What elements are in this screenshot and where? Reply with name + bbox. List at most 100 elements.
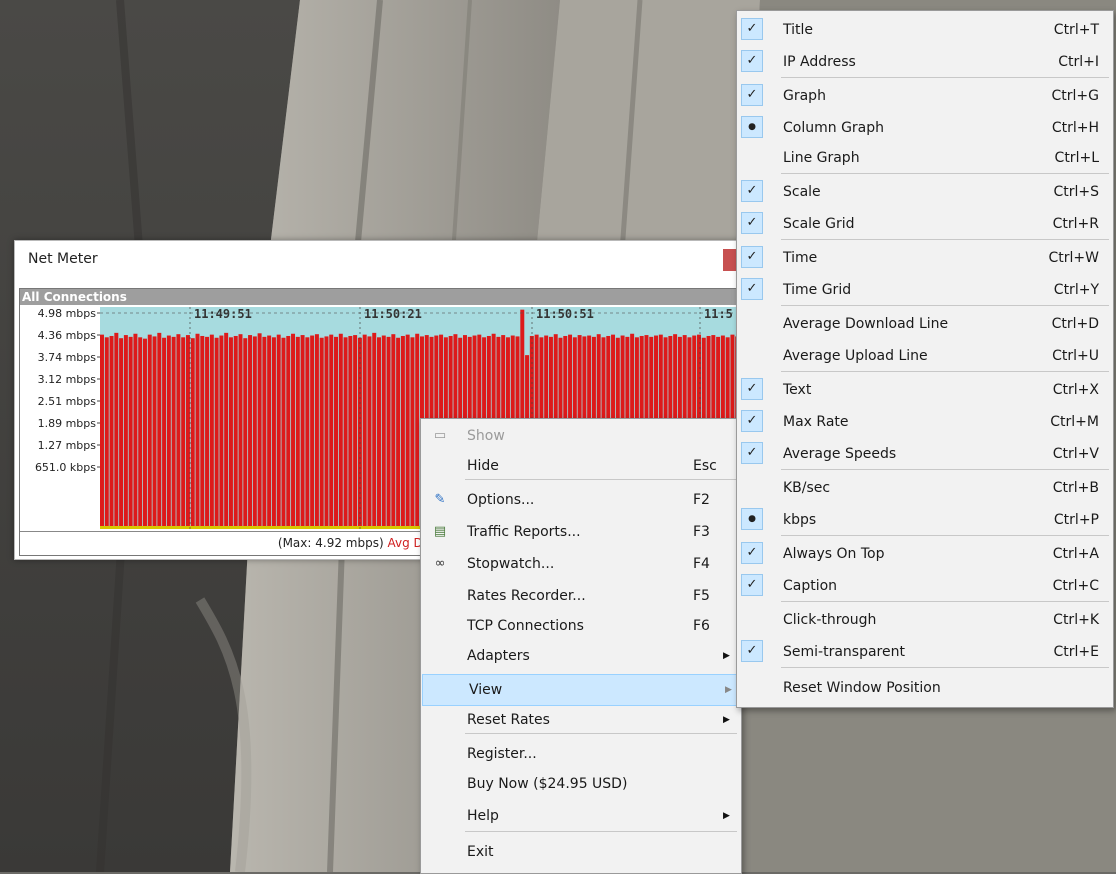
download-bar xyxy=(338,333,343,529)
menu-item-label: Options... xyxy=(467,492,535,508)
view-item-column-graph[interactable]: ● Column Graph Ctrl+H xyxy=(737,113,1113,143)
view-item-shortcut: Ctrl+C xyxy=(1052,578,1099,594)
menu-item-options[interactable]: ✎ Options... F2 xyxy=(421,485,741,515)
view-item-shortcut: Ctrl+Y xyxy=(1053,282,1099,298)
download-bar xyxy=(367,336,372,529)
download-bar xyxy=(372,332,377,529)
checkmark-icon: ✓ xyxy=(741,180,763,202)
view-item-kbps[interactable]: ● kbps Ctrl+P xyxy=(737,505,1113,535)
checkmark-icon: ✓ xyxy=(741,640,763,662)
view-item-label: Scale Grid xyxy=(783,216,855,232)
menu-item-view[interactable]: View ▶ xyxy=(422,674,740,706)
submenu-arrow-icon: ▶ xyxy=(723,811,730,821)
view-item-ip-address[interactable]: ✓ IP Address Ctrl+I xyxy=(737,47,1113,77)
download-bar xyxy=(257,333,262,529)
view-item-label: Average Speeds xyxy=(783,446,897,462)
view-item-caption[interactable]: ✓ Caption Ctrl+C xyxy=(737,571,1113,601)
view-item-time-grid[interactable]: ✓ Time Grid Ctrl+Y xyxy=(737,275,1113,305)
view-item-max-rate[interactable]: ✓ Max Rate Ctrl+M xyxy=(737,407,1113,437)
download-bar xyxy=(224,332,229,529)
view-item-title[interactable]: ✓ Title Ctrl+T xyxy=(737,15,1113,45)
menu-separator xyxy=(465,733,737,734)
menu-item-rates-recorder[interactable]: Rates Recorder... F5 xyxy=(421,581,741,611)
download-bar xyxy=(295,336,300,529)
view-item-average-speeds[interactable]: ✓ Average Speeds Ctrl+V xyxy=(737,439,1113,469)
menu-item-hide[interactable]: Hide Esc xyxy=(421,451,741,481)
view-item-click-through[interactable]: Click-through Ctrl+K xyxy=(737,605,1113,635)
view-item-shortcut: Ctrl+I xyxy=(1058,54,1099,70)
menu-item-label: Buy Now ($24.95 USD) xyxy=(467,776,628,792)
menu-item-tcp-connections[interactable]: TCP Connections F6 xyxy=(421,611,741,641)
view-item-shortcut: Ctrl+G xyxy=(1051,88,1100,104)
view-item-shortcut: Ctrl+K xyxy=(1053,612,1099,628)
view-item-average-download-line[interactable]: Average Download Line Ctrl+D xyxy=(737,309,1113,339)
scale-label: 2.51 mbps xyxy=(38,395,97,408)
view-item-reset-window-position[interactable]: Reset Window Position xyxy=(737,673,1113,703)
scale-label: 3.12 mbps xyxy=(38,373,97,386)
menu-item-traffic-reports[interactable]: ▤ Traffic Reports... F3 xyxy=(421,517,741,547)
menu-item-reset-rates[interactable]: Reset Rates ▶ xyxy=(421,705,741,735)
view-item-shortcut: Ctrl+S xyxy=(1053,184,1099,200)
menu-item-label: Register... xyxy=(467,746,537,762)
download-bar xyxy=(391,334,396,529)
download-bar xyxy=(396,337,401,529)
view-item-shortcut: Ctrl+H xyxy=(1051,120,1099,136)
menu-item-label: Show xyxy=(467,428,505,444)
view-item-always-on-top[interactable]: ✓ Always On Top Ctrl+A xyxy=(737,539,1113,569)
download-bar xyxy=(324,336,329,529)
download-bar xyxy=(233,335,238,529)
download-bar xyxy=(343,337,348,529)
view-item-semi-transparent[interactable]: ✓ Semi-transparent Ctrl+E xyxy=(737,637,1113,667)
menu-item-show[interactable]: ▭ Show xyxy=(421,421,741,451)
view-item-scale-grid[interactable]: ✓ Scale Grid Ctrl+R xyxy=(737,209,1113,239)
download-bar xyxy=(400,335,405,529)
view-item-graph[interactable]: ✓ Graph Ctrl+G xyxy=(737,81,1113,111)
download-bar xyxy=(405,334,410,529)
download-bar xyxy=(353,335,358,529)
download-bar xyxy=(166,335,171,529)
view-item-line-graph[interactable]: Line Graph Ctrl+L xyxy=(737,143,1113,173)
view-item-label: Time xyxy=(783,250,818,266)
time-label: 11:50:21 xyxy=(364,307,422,321)
menu-item-exit[interactable]: Exit xyxy=(421,837,741,867)
download-bar xyxy=(200,335,205,529)
view-item-text[interactable]: ✓ Text Ctrl+X xyxy=(737,375,1113,405)
menu-item-adapters[interactable]: Adapters ▶ xyxy=(421,641,741,671)
view-item-label: Semi-transparent xyxy=(783,644,905,660)
scale-label: 4.36 mbps xyxy=(38,329,97,342)
scale-label: 1.89 mbps xyxy=(38,417,97,430)
time-label: 11:49:51 xyxy=(194,307,252,321)
menu-item-register[interactable]: Register... xyxy=(421,739,741,769)
view-item-time[interactable]: ✓ Time Ctrl+W xyxy=(737,243,1113,273)
menu-item-label: Exit xyxy=(467,844,494,860)
menu-item-buy-now[interactable]: Buy Now ($24.95 USD) xyxy=(421,769,741,799)
menu-item-shortcut: F3 xyxy=(693,524,710,540)
checkmark-icon: ✓ xyxy=(741,574,763,596)
download-bar xyxy=(415,333,420,529)
download-bar xyxy=(271,337,276,529)
download-bar xyxy=(190,338,195,529)
menu-item-stopwatch[interactable]: ∞ Stopwatch... F4 xyxy=(421,549,741,579)
menu-item-help[interactable]: Help ▶ xyxy=(421,801,741,831)
checkmark-icon: ✓ xyxy=(741,212,763,234)
view-item-label: Line Graph xyxy=(783,150,860,166)
menu-separator xyxy=(781,469,1109,470)
checkmark-icon: ✓ xyxy=(741,278,763,300)
radio-bullet-icon: ● xyxy=(741,116,763,138)
view-item-kb-sec[interactable]: KB/sec Ctrl+B xyxy=(737,473,1113,503)
view-item-label: Average Download Line xyxy=(783,316,949,332)
download-bar xyxy=(243,338,248,529)
menu-item-label: TCP Connections xyxy=(467,618,584,634)
scale-label: 1.27 mbps xyxy=(38,439,97,452)
view-item-scale[interactable]: ✓ Scale Ctrl+S xyxy=(737,177,1113,207)
view-item-label: Scale xyxy=(783,184,821,200)
chart-header: All Connections xyxy=(20,289,740,305)
download-bar xyxy=(142,338,147,529)
view-item-average-upload-line[interactable]: Average Upload Line Ctrl+U xyxy=(737,341,1113,371)
submenu-arrow-icon: ▶ xyxy=(723,715,730,725)
view-item-label: Caption xyxy=(783,578,838,594)
download-bar xyxy=(181,337,186,529)
context-menu: ▭ Show Hide Esc ✎ Options... F2 ▤ Traffic Report… xyxy=(420,418,742,874)
download-bar xyxy=(214,337,219,529)
menu-item-label: Reset Rates xyxy=(467,712,550,728)
